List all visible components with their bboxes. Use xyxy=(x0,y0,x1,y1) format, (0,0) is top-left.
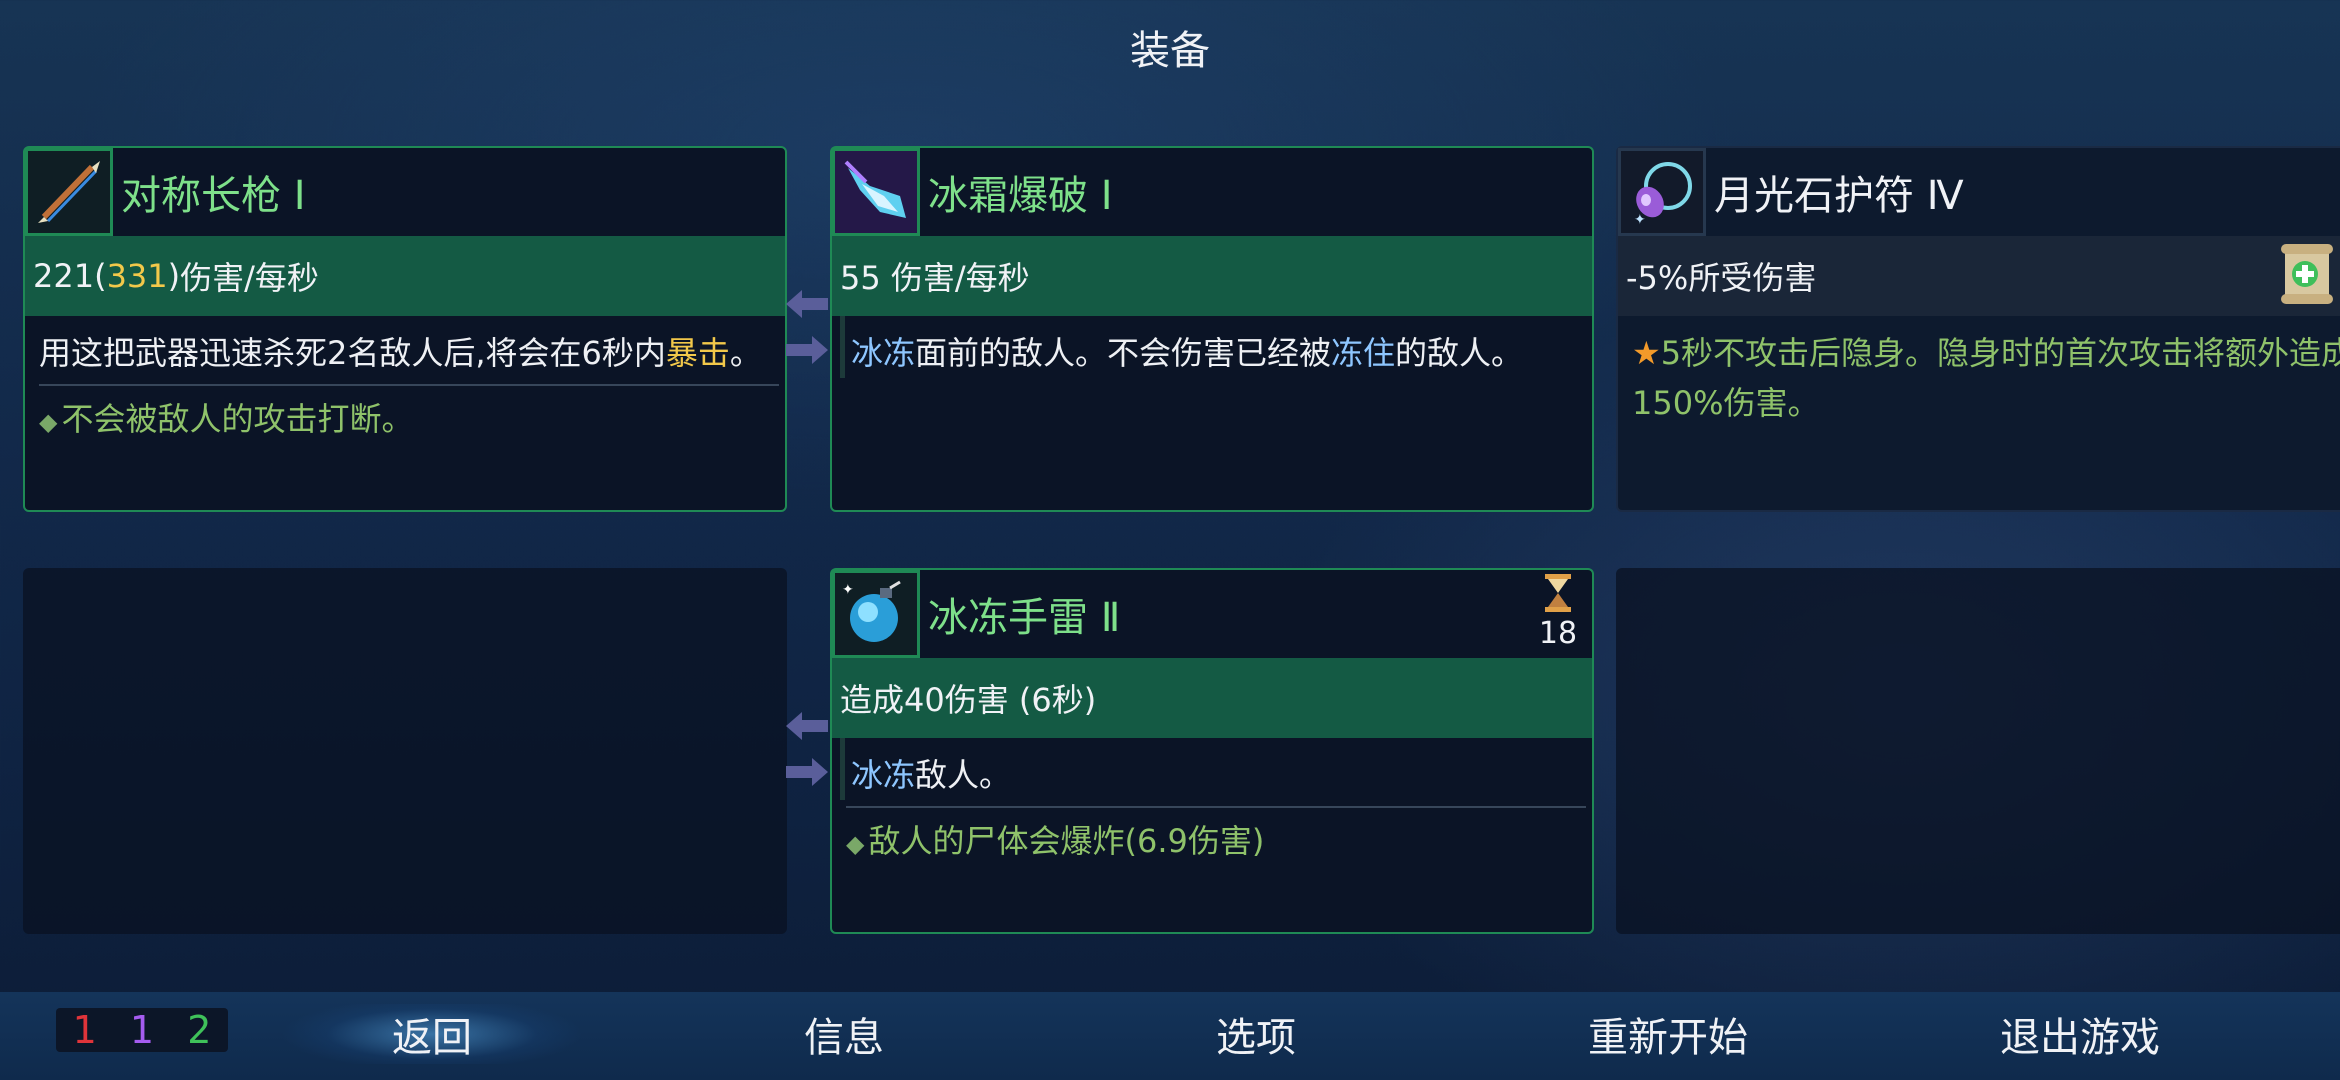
diamond-bullet-icon: ◆ xyxy=(846,830,865,858)
ice-grenade-icon: ✦ xyxy=(832,570,920,658)
restart-button[interactable]: 重新开始 xyxy=(1518,1004,1818,1064)
amulet-card-moonstone[interactable]: ✦ 月光石护符 Ⅳ -5%所受伤害 1 ★5秒不攻击后隐身。隐身时的首次攻击将额… xyxy=(1616,146,2340,512)
back-button[interactable]: 返回 xyxy=(282,1004,582,1064)
empty-slot[interactable] xyxy=(1616,568,2340,934)
item-description: ★5秒不攻击后隐身。隐身时的首次攻击将额外造成150%伤害。 xyxy=(1632,334,2340,422)
info-button[interactable]: 信息 xyxy=(694,1004,994,1064)
quit-game-button[interactable]: 退出游戏 xyxy=(1930,1004,2230,1064)
item-description: 用这把武器迅速杀死2名敌人后,将会在6秒内暴击。 xyxy=(39,334,762,372)
damage-stat: 造成40伤害 (6秒) xyxy=(832,658,1592,738)
swap-left-arrow-icon[interactable] xyxy=(786,712,828,740)
scroll-icon xyxy=(2280,244,2333,304)
green-scroll-count: 2 xyxy=(187,1008,212,1052)
screen-title: 装备 xyxy=(1130,28,1210,74)
swap-right-arrow-icon[interactable] xyxy=(786,758,828,786)
empty-slot[interactable] xyxy=(23,568,787,934)
bottom-menu-bar: 1 1 2 返回 信息 选项 重新开始 退出游戏 xyxy=(0,992,2340,1080)
cooldown-indicator: 18 xyxy=(1536,574,1580,651)
item-extra: ◆ 敌人的尸体会爆炸(6.9伤害) xyxy=(846,822,1265,860)
swap-right-arrow-icon[interactable] xyxy=(786,336,828,364)
moonstone-amulet-icon: ✦ xyxy=(1618,148,1706,236)
scroll-counts: 1 1 2 xyxy=(56,1008,228,1052)
damage-reduction-stat: -5%所受伤害 1 xyxy=(1618,236,2340,316)
swap-left-arrow-icon[interactable] xyxy=(786,290,828,318)
item-extra: ◆ 不会被敌人的攻击打断。 xyxy=(39,400,414,438)
skill-card-ice-grenade[interactable]: ✦ 冰冻手雷 Ⅱ 18 造成40伤害 (6秒) 冰冻敌人。 ◆ 敌人的尸体会爆炸(… xyxy=(830,568,1594,934)
item-name: 对称长枪 Ⅰ xyxy=(121,173,306,219)
red-scroll-count: 1 xyxy=(72,1008,97,1052)
star-icon: ★ xyxy=(1632,334,1661,372)
scroll-counter: 1 xyxy=(2275,242,2340,308)
spear-icon xyxy=(25,148,113,236)
options-button[interactable]: 选项 xyxy=(1106,1004,1406,1064)
weapon-card-spear[interactable]: 对称长枪 Ⅰ 221 (331) 伤害/每秒 用这把武器迅速杀死2名敌人后,将会… xyxy=(23,146,787,512)
svg-text:✦: ✦ xyxy=(1634,212,1646,228)
purple-scroll-count: 1 xyxy=(129,1008,155,1052)
dps-stat: 221 (331) 伤害/每秒 xyxy=(25,236,785,316)
skill-card-ice-blast[interactable]: 冰霜爆破 Ⅰ 55 伤害/每秒 冰冻面前的敌人。不会伤害已经被冻住的敌人。 xyxy=(830,146,1594,512)
item-description: 冰冻面前的敌人。不会伤害已经被冻住的敌人。 xyxy=(840,316,1592,378)
svg-text:✦: ✦ xyxy=(842,582,854,598)
hourglass-icon xyxy=(1545,574,1571,612)
item-name: 月光石护符 Ⅳ xyxy=(1714,173,1964,219)
ice-blast-icon xyxy=(832,148,920,236)
dps-stat: 55 伤害/每秒 xyxy=(832,236,1592,316)
item-name: 冰霜爆破 Ⅰ xyxy=(928,173,1113,219)
diamond-bullet-icon: ◆ xyxy=(39,408,58,436)
item-description: 冰冻敌人。 xyxy=(840,738,1592,800)
item-name: 冰冻手雷 Ⅱ xyxy=(928,595,1121,641)
